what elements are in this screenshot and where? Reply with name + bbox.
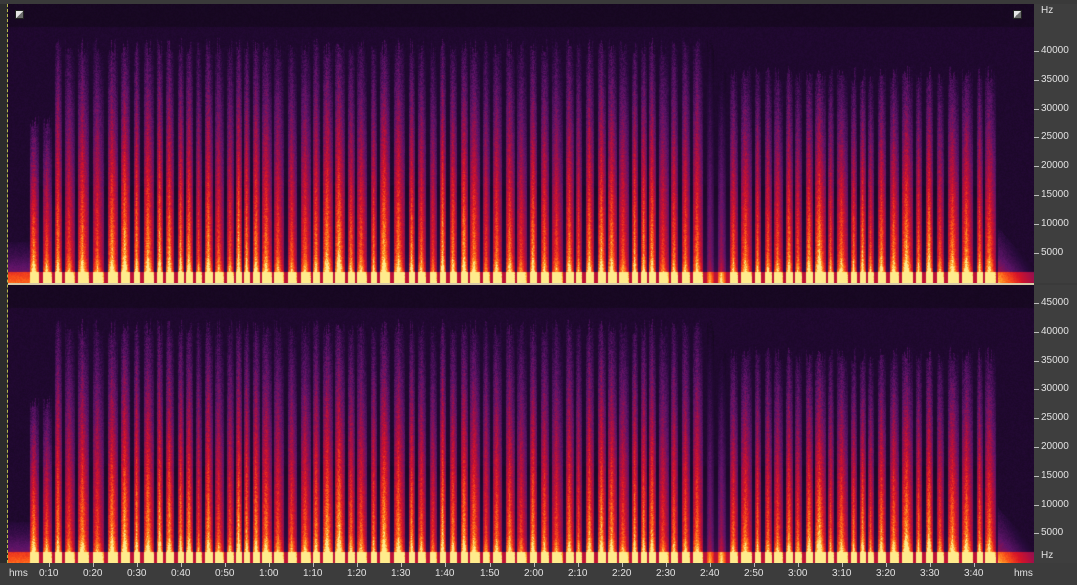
time-tick-label: 0:20 xyxy=(83,568,103,579)
time-unit-label-right: hms xyxy=(1014,568,1033,579)
frequency-tick xyxy=(1034,475,1039,477)
time-tick xyxy=(445,563,446,567)
frequency-tick-label: 25000 xyxy=(1041,412,1069,424)
frequency-tick xyxy=(1034,303,1039,304)
frequency-tick xyxy=(1034,166,1039,168)
frequency-tick-label: 35000 xyxy=(1041,354,1069,366)
time-tick-label: 1:40 xyxy=(435,568,455,579)
frequency-tick xyxy=(1034,389,1039,391)
time-tick xyxy=(137,563,138,567)
frequency-tick xyxy=(1034,447,1039,448)
spectrogram-canvas-top xyxy=(8,4,1034,283)
time-tick xyxy=(534,563,535,567)
time-tick-label: 0:50 xyxy=(215,568,235,579)
time-tick-label: 1:50 xyxy=(480,568,500,579)
time-tick-label: 2:20 xyxy=(612,568,632,579)
time-tick xyxy=(754,563,755,567)
time-tick xyxy=(93,563,94,567)
time-tick-label: 3:40 xyxy=(964,568,984,579)
spectrogram-channel-bottom[interactable] xyxy=(8,285,1034,563)
left-ruler-strip xyxy=(0,4,8,563)
frequency-tick xyxy=(1034,195,1039,196)
time-unit-label-left: hms xyxy=(9,568,28,579)
time-axis[interactable]: hms hms 0:10 0:20 0:30 0:40 0:50 1:00 1:10 1:20… xyxy=(0,563,1077,585)
time-tick-label: 1:00 xyxy=(259,568,279,579)
spectrogram-canvas-bottom xyxy=(8,285,1034,563)
frequency-tick-label: 40000 xyxy=(1041,45,1069,56)
time-tick-label: 3:10 xyxy=(832,568,852,579)
frequency-tick xyxy=(1034,360,1039,362)
frequency-tick xyxy=(1034,137,1039,139)
time-tick xyxy=(930,563,931,567)
frequency-tick-label: 35000 xyxy=(1041,73,1069,85)
time-tick-label: 1:30 xyxy=(391,568,411,579)
time-tick xyxy=(798,563,799,567)
time-tick-label: 0:10 xyxy=(39,568,59,579)
time-tick xyxy=(578,563,579,567)
frequency-tick-label: 45000 xyxy=(1041,297,1069,308)
frequency-tick-label: 10000 xyxy=(1041,217,1069,229)
time-tick xyxy=(842,563,843,567)
time-tick xyxy=(886,563,887,567)
time-tick xyxy=(401,563,402,567)
time-tick xyxy=(313,563,314,567)
time-tick-label: 2:50 xyxy=(744,568,764,579)
frequency-tick-label: 25000 xyxy=(1041,131,1069,143)
frequency-tick xyxy=(1034,418,1039,420)
time-tick xyxy=(49,563,50,567)
frequency-tick xyxy=(1034,533,1039,535)
time-tick-label: 0:30 xyxy=(127,568,147,579)
zoom-corner-left-icon[interactable] xyxy=(15,10,24,19)
time-tick-label: 0:40 xyxy=(171,568,191,579)
time-tick xyxy=(974,563,975,567)
frequency-tick-label: 40000 xyxy=(1041,325,1069,337)
time-tick xyxy=(666,563,667,567)
frequency-tick-label: 20000 xyxy=(1041,160,1069,172)
time-tick xyxy=(490,563,491,567)
frequency-tick xyxy=(1034,504,1039,506)
zoom-corner-right-icon[interactable] xyxy=(1013,10,1022,19)
frequency-tick xyxy=(1034,223,1039,225)
frequency-tick-label: 15000 xyxy=(1041,469,1069,481)
frequency-tick-label: 30000 xyxy=(1041,383,1069,395)
spectrogram-channel-top[interactable] xyxy=(8,4,1034,283)
time-tick-label: 2:00 xyxy=(524,568,544,579)
frequency-tick xyxy=(1034,331,1039,333)
frequency-axis-bottom[interactable]: Hz 45000 40000 35000 30000 25000 20000 15000 10… xyxy=(1034,285,1077,563)
time-tick xyxy=(357,563,358,567)
spectral-frequency-display: Hz 40000 35000 30000 25000 20000 15000 10000 50… xyxy=(0,0,1077,585)
time-tick-label: 1:20 xyxy=(347,568,367,579)
frequency-unit-label-top: Hz xyxy=(1041,5,1054,16)
time-tick-label: 3:00 xyxy=(788,568,808,579)
time-tick-label: 2:10 xyxy=(568,568,588,579)
time-tick xyxy=(622,563,623,567)
time-tick-label: 2:30 xyxy=(656,568,676,579)
time-tick xyxy=(710,563,711,567)
frequency-tick xyxy=(1034,51,1039,52)
frequency-tick-label: 30000 xyxy=(1041,102,1069,114)
frequency-tick xyxy=(1034,252,1039,254)
frequency-tick-label: 20000 xyxy=(1041,441,1069,452)
time-tick xyxy=(225,563,226,567)
frequency-axis-top[interactable]: Hz 40000 35000 30000 25000 20000 15000 10000 50… xyxy=(1034,4,1077,283)
time-tick xyxy=(269,563,270,567)
frequency-tick-label: 5000 xyxy=(1041,246,1064,258)
time-tick-label: 1:10 xyxy=(303,568,323,579)
frequency-tick xyxy=(1034,108,1039,110)
frequency-unit-label-bottom: Hz xyxy=(1041,550,1054,561)
time-tick-label: 3:20 xyxy=(876,568,896,579)
time-tick-label: 3:30 xyxy=(920,568,940,579)
time-tick xyxy=(181,563,182,567)
frequency-tick-label: 15000 xyxy=(1041,189,1069,200)
frequency-tick-label: 10000 xyxy=(1041,498,1069,510)
frequency-tick-label: 5000 xyxy=(1041,527,1064,539)
frequency-tick xyxy=(1034,79,1039,81)
time-tick-label: 2:40 xyxy=(700,568,720,579)
